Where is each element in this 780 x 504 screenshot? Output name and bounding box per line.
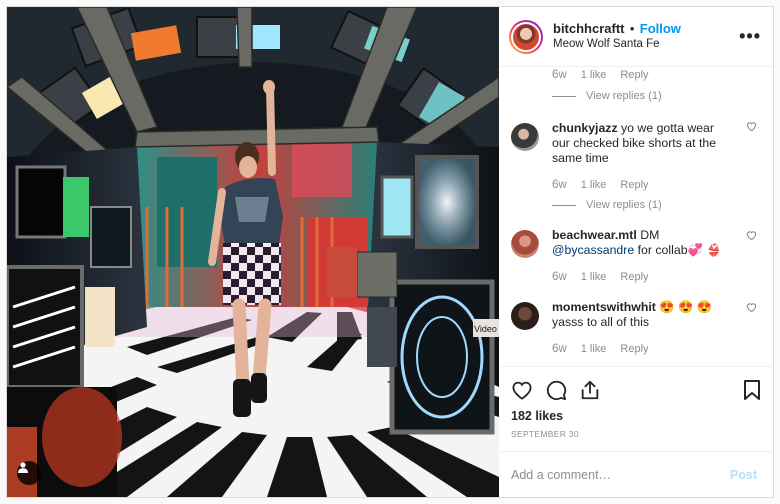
more-options-icon[interactable]: ••• bbox=[739, 26, 761, 47]
comment-content-continued: for collab💞 👙 bbox=[637, 243, 722, 257]
post-actions: 182 likes SEPTEMBER 30 bbox=[499, 366, 773, 451]
comment-likes[interactable]: 1 like bbox=[581, 271, 607, 283]
reply-button[interactable]: Reply bbox=[620, 179, 648, 191]
like-heart-icon[interactable] bbox=[511, 380, 533, 400]
author-avatar[interactable] bbox=[509, 19, 543, 54]
commenter-username[interactable]: momentswithwhit bbox=[552, 300, 656, 314]
view-replies-button[interactable]: View replies (1) bbox=[511, 196, 757, 214]
view-replies-label: View replies (1) bbox=[586, 199, 662, 211]
comment-time[interactable]: 6w bbox=[552, 179, 567, 191]
tagged-users-button[interactable] bbox=[17, 461, 41, 485]
video-sign-text: Video 1 bbox=[474, 324, 499, 334]
comment-text: chunkyjazz yo we gotta wear our checked … bbox=[552, 121, 757, 166]
follow-button[interactable]: Follow bbox=[640, 21, 681, 36]
reply-button[interactable]: Reply bbox=[620, 69, 648, 81]
view-replies-label: View replies (1) bbox=[586, 90, 662, 102]
reply-button[interactable]: Reply bbox=[620, 343, 648, 355]
view-replies-button[interactable]: View replies (1) bbox=[511, 87, 757, 105]
author-username[interactable]: bitchhcraftt bbox=[553, 21, 625, 36]
heart-icon[interactable] bbox=[746, 302, 757, 312]
action-icons bbox=[511, 375, 761, 405]
comment-item: momentswithwhit 😍 😍 😍 yasss to all of th… bbox=[511, 286, 757, 330]
post-date[interactable]: SEPTEMBER 30 bbox=[511, 429, 761, 439]
heart-icon[interactable] bbox=[746, 121, 757, 131]
instagram-post: Video 1 bbox=[6, 6, 774, 498]
heart-icon[interactable] bbox=[746, 230, 757, 240]
comment-time[interactable]: 6w bbox=[552, 69, 567, 81]
comment-meta: 6w 1 like Reply bbox=[511, 268, 757, 286]
share-icon[interactable] bbox=[579, 379, 601, 401]
comments-list[interactable]: 6w 1 like Reply View replies (1) chunkyj… bbox=[499, 67, 773, 366]
comment-text: beachwear.mtl DM @bycassandre for collab… bbox=[552, 228, 757, 258]
comment-likes[interactable]: 1 like bbox=[581, 343, 607, 355]
commenter-avatar[interactable] bbox=[511, 302, 539, 330]
post-side-panel: bitchhcraftt • Follow Meow Wolf Santa Fe… bbox=[499, 7, 773, 497]
user-icon bbox=[18, 462, 28, 473]
commenter-avatar[interactable] bbox=[511, 230, 539, 258]
comment-meta: 6w 1 like Reply bbox=[511, 67, 757, 83]
comment-likes[interactable]: 1 like bbox=[581, 179, 607, 191]
mention-link[interactable]: @bycassandre bbox=[552, 243, 634, 257]
comment-meta: 6w 1 like Reply bbox=[511, 176, 757, 194]
post-photo[interactable]: Video 1 bbox=[7, 7, 499, 497]
likes-count[interactable]: 182 likes bbox=[511, 409, 761, 423]
comment-meta: 6w 1 like Reply bbox=[511, 340, 757, 358]
replies-line bbox=[552, 95, 576, 97]
comment-input[interactable] bbox=[511, 467, 730, 482]
comment-time[interactable]: 6w bbox=[552, 271, 567, 283]
comment-item: beachwear.mtl DM @bycassandre for collab… bbox=[511, 214, 757, 258]
comment-likes[interactable]: 1 like bbox=[581, 69, 607, 81]
comment-item: chunkyjazz yo we gotta wear our checked … bbox=[511, 105, 757, 166]
comment-content: DM bbox=[640, 228, 660, 242]
post-header: bitchhcraftt • Follow Meow Wolf Santa Fe… bbox=[499, 7, 773, 67]
commenter-username[interactable]: chunkyjazz bbox=[552, 121, 618, 135]
commenter-username[interactable]: beachwear.mtl bbox=[552, 228, 637, 242]
author-info: bitchhcraftt • Follow Meow Wolf Santa Fe bbox=[553, 21, 739, 52]
separator-dot: • bbox=[629, 21, 635, 36]
bookmark-icon[interactable] bbox=[743, 379, 761, 401]
replies-line bbox=[552, 204, 576, 206]
add-comment-bar: Post bbox=[499, 451, 773, 497]
reply-button[interactable]: Reply bbox=[620, 271, 648, 283]
comment-text: momentswithwhit 😍 😍 😍 yasss to all of th… bbox=[552, 300, 757, 330]
comment-time[interactable]: 6w bbox=[552, 343, 567, 355]
post-location[interactable]: Meow Wolf Santa Fe bbox=[553, 37, 739, 52]
post-comment-button[interactable]: Post bbox=[730, 468, 757, 482]
comment-bubble-icon[interactable] bbox=[545, 379, 567, 401]
tunnel-scene: Video 1 bbox=[7, 7, 499, 497]
commenter-avatar[interactable] bbox=[511, 123, 539, 151]
